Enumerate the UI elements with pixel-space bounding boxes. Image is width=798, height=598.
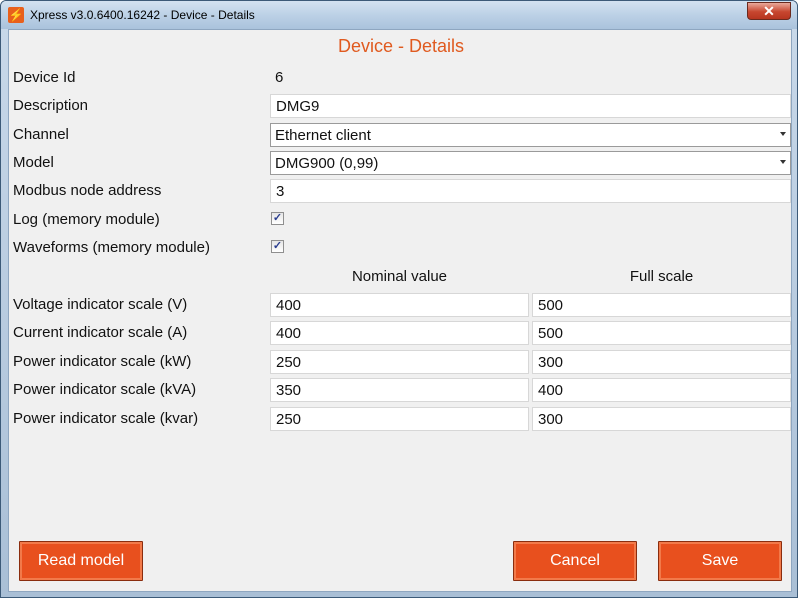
power-kva-nominal-input[interactable] [270,378,529,402]
description-input[interactable] [270,94,791,118]
app-lightning-icon: ⚡ [8,7,24,23]
page-title: Device - Details [337,36,465,56]
power-kvar-nominal-input[interactable] [270,407,529,431]
model-label: Model [13,154,54,171]
log-checkbox[interactable]: ✓ [271,212,284,225]
modbus-address-label: Modbus node address [13,182,162,199]
voltage-full-scale-input[interactable] [532,293,791,317]
dialog-window: ⚡ Xpress v3.0.6400.16242 - Device - Deta… [0,0,798,598]
device-id-label: Device Id [13,69,76,86]
dropdown-arrow-icon [780,132,786,136]
power-kw-full-scale-input[interactable] [532,350,791,374]
close-button[interactable]: ✕ [747,2,791,20]
description-label: Description [13,97,89,114]
channel-label: Channel [13,126,69,143]
full-scale-header: Full scale [629,268,694,285]
modbus-address-input[interactable] [270,179,791,203]
title-bar[interactable]: ⚡ Xpress v3.0.6400.16242 - Device - Deta… [1,1,797,29]
waveforms-label: Waveforms (memory module) [13,239,210,256]
log-label: Log (memory module) [13,211,160,228]
power-kvar-full-scale-input[interactable] [532,407,791,431]
nominal-value-header: Nominal value [351,268,448,285]
current-nominal-input[interactable] [270,321,529,345]
scale-row-label: Power indicator scale (kvar) [13,410,199,427]
device-id-value: 6 [275,69,284,86]
cancel-button[interactable]: Cancel [513,541,637,581]
model-selected-value: DMG900 (0,99) [275,155,379,172]
scale-row-label: Voltage indicator scale (V) [13,296,188,313]
voltage-nominal-input[interactable] [270,293,529,317]
waveforms-checkbox[interactable]: ✓ [271,240,284,253]
save-button[interactable]: Save [658,541,782,581]
scale-row-label: Power indicator scale (kVA) [13,381,197,398]
window-title: Xpress v3.0.6400.16242 - Device - Detail… [30,8,255,22]
read-model-button[interactable]: Read model [19,541,143,581]
channel-selected-value: Ethernet client [275,127,371,144]
scale-row-label: Current indicator scale (A) [13,324,188,341]
current-full-scale-input[interactable] [532,321,791,345]
dialog-content: Device - Details Device Id 6 Description… [8,29,792,592]
scale-row-label: Power indicator scale (kW) [13,353,192,370]
power-kva-full-scale-input[interactable] [532,378,791,402]
channel-select[interactable]: Ethernet client [270,123,791,147]
power-kw-nominal-input[interactable] [270,350,529,374]
dropdown-arrow-icon [780,160,786,164]
model-select[interactable]: DMG900 (0,99) [270,151,791,175]
